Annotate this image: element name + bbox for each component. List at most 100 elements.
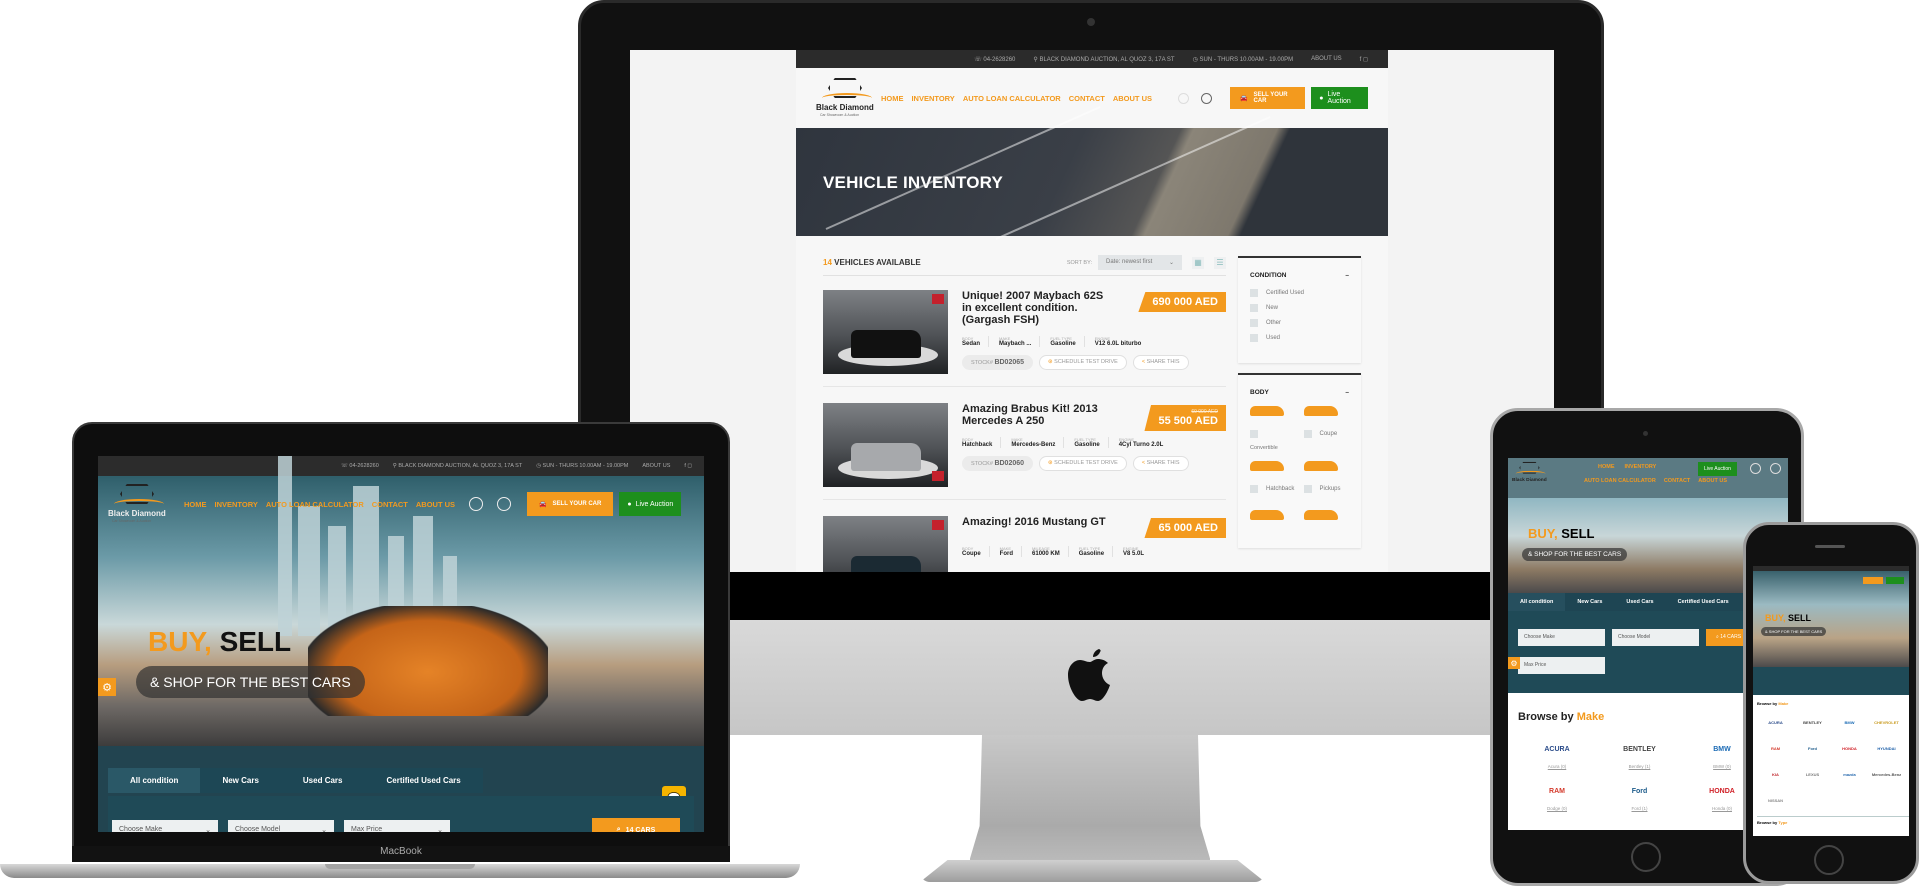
brand-count-link[interactable]: Ford (1) — [1605, 806, 1675, 811]
brand-item[interactable]: NISSAN — [1757, 790, 1794, 810]
make-select[interactable]: Choose Make — [1518, 629, 1605, 646]
live-auction-button[interactable]: Live Auction — [1698, 462, 1737, 476]
facebook-icon[interactable]: f — [1360, 57, 1362, 63]
nav-home[interactable]: HOME — [881, 94, 904, 103]
live-auction-button[interactable] — [1886, 577, 1904, 584]
model-select[interactable]: Choose Model ⌄ — [228, 820, 334, 832]
brand-item[interactable]: BENTLEY — [1794, 712, 1831, 732]
vehicle-title[interactable]: Amazing! 2016 Mustang GT — [962, 516, 1162, 528]
about-link[interactable]: ABOUT US — [642, 463, 670, 469]
settings-gear-icon[interactable]: ⚙ — [98, 678, 116, 696]
nav-about[interactable]: ABOUT US — [416, 500, 455, 509]
car-plus-icon[interactable] — [1750, 463, 1761, 474]
brand-item[interactable]: LEXUS — [1794, 764, 1831, 784]
sell-your-car-button[interactable] — [1863, 577, 1883, 584]
sell-your-car-button[interactable]: 🚘 SELL YOUR CAR — [527, 492, 614, 516]
brand-item[interactable]: HYUNDAI — [1868, 738, 1905, 758]
site-logo[interactable]: Black Diamond Car Showroom & Auction — [108, 481, 170, 527]
site-logo[interactable]: Black Diamond — [1512, 460, 1549, 488]
tab-all-condition[interactable]: All condition — [1508, 593, 1566, 611]
brand-item[interactable]: mazda — [1831, 764, 1868, 784]
tab-all-condition[interactable]: All condition — [108, 768, 201, 793]
brand-item[interactable]: ACURA Acura (0) — [1522, 737, 1592, 770]
brand-count-link[interactable]: Dodge (0) — [1522, 806, 1592, 811]
tab-certified-used[interactable]: Certified Used Cars — [1666, 593, 1741, 611]
tab-new-cars[interactable]: New Cars — [200, 768, 280, 793]
list-view-icon[interactable]: ☰ — [1214, 256, 1226, 269]
nav-inventory[interactable]: INVENTORY — [1625, 464, 1657, 470]
brand-item[interactable]: BMW — [1831, 712, 1868, 732]
body-type-option[interactable] — [1250, 510, 1296, 534]
instagram-icon[interactable]: ◻ — [1363, 57, 1368, 63]
vehicle-item[interactable]: Unique! 2007 Maybach 62S in excellent co… — [823, 290, 1226, 387]
instagram-icon[interactable]: ◻ — [687, 463, 692, 469]
speedometer-icon[interactable] — [1178, 92, 1190, 104]
share-button[interactable]: < SHARE THIS — [1132, 456, 1189, 471]
body-type-option[interactable] — [1303, 510, 1350, 534]
vehicle-photo[interactable] — [823, 290, 948, 374]
brand-item[interactable]: CHEVROLET — [1868, 712, 1905, 732]
nav-loan-calculator[interactable]: AUTO LOAN CALCULATOR — [963, 94, 1061, 103]
condition-title[interactable]: CONDITION – — [1250, 272, 1349, 279]
schedule-test-drive-button[interactable]: ⊛ SCHEDULE TEST DRIVE — [1039, 355, 1127, 370]
sort-select[interactable]: Date: newest first ⌄ — [1098, 255, 1182, 270]
brand-item[interactable]: Mercedes-Benz — [1868, 764, 1905, 784]
body-type-option[interactable]: Coupe — [1303, 406, 1350, 451]
vehicle-title[interactable]: Amazing Brabus Kit! 2013 Mercedes A 250 — [962, 403, 1112, 427]
nav-about[interactable]: ABOUT US — [1113, 94, 1152, 103]
brand-item[interactable]: HONDA — [1831, 738, 1868, 758]
nav-inventory[interactable]: INVENTORY — [215, 500, 258, 509]
make-select[interactable]: Choose Make ⌄ — [112, 820, 218, 832]
collapse-icon[interactable]: – — [1345, 272, 1349, 279]
live-auction-button[interactable]: ● Live Auction — [1311, 87, 1368, 109]
brand-item[interactable]: RAM Dodge (0) — [1522, 779, 1592, 812]
brand-item[interactable]: BENTLEY Bentley (1) — [1605, 737, 1675, 770]
tab-new-cars[interactable]: New Cars — [1565, 593, 1614, 611]
brand-count-link[interactable]: Bentley (1) — [1605, 764, 1675, 769]
nav-home[interactable]: HOME — [1598, 464, 1615, 470]
max-price-select[interactable]: Max Price — [1518, 657, 1605, 674]
brand-item[interactable]: Ford Ford (1) — [1605, 779, 1675, 812]
tab-used-cars[interactable]: Used Cars — [281, 768, 365, 793]
site-logo[interactable]: Black Diamond Car Showroom & Auction — [816, 75, 874, 121]
brand-item[interactable]: ACURA — [1757, 712, 1794, 732]
nav-contact[interactable]: CONTACT — [1069, 94, 1105, 103]
user-account-icon[interactable] — [497, 497, 512, 511]
body-type-option[interactable]: Pickups — [1303, 461, 1350, 500]
vehicle-title[interactable]: Unique! 2007 Maybach 62S in excellent co… — [962, 290, 1112, 326]
body-type-option[interactable]: Hatchback — [1250, 461, 1296, 500]
model-select[interactable]: Choose Model — [1612, 629, 1699, 646]
tab-certified-used[interactable]: Certified Used Cars — [364, 768, 482, 793]
settings-gear-icon[interactable]: ⚙ — [1508, 657, 1520, 669]
brand-item[interactable]: Ford — [1794, 738, 1831, 758]
max-price-select[interactable]: Max Price ⌄ — [344, 820, 450, 832]
nav-contact[interactable]: CONTACT — [372, 500, 408, 509]
vehicle-item[interactable]: Amazing! 2016 Mustang GT 65 000 AED BODY… — [823, 516, 1226, 572]
vehicle-photo[interactable] — [823, 516, 948, 572]
filter-checkbox[interactable]: New — [1250, 304, 1349, 312]
sell-your-car-button[interactable]: 🚘 SELL YOUR CAR — [1230, 87, 1306, 109]
tab-used-cars[interactable]: Used Cars — [1614, 593, 1665, 611]
nav-contact[interactable]: CONTACT — [1664, 478, 1690, 484]
nav-loan-calculator[interactable]: AUTO LOAN CALCULATOR — [1584, 478, 1656, 484]
filter-checkbox[interactable]: Certified Used — [1250, 289, 1349, 297]
brand-item[interactable]: RAM — [1757, 738, 1794, 758]
schedule-test-drive-button[interactable]: ⊛ SCHEDULE TEST DRIVE — [1039, 456, 1127, 471]
brand-count-link[interactable]: Acura (0) — [1522, 764, 1592, 769]
nav-about[interactable]: ABOUT US — [1698, 478, 1727, 484]
nav-inventory[interactable]: INVENTORY — [911, 94, 954, 103]
nav-loan-calculator[interactable]: AUTO LOAN CALCULATOR — [266, 500, 364, 509]
nav-home[interactable]: HOME — [184, 500, 207, 509]
search-cars-button[interactable]: ⌕ 14 CARS — [592, 818, 680, 832]
filter-checkbox[interactable]: Used — [1250, 334, 1349, 342]
filter-checkbox[interactable]: Other — [1250, 319, 1349, 327]
body-type-option[interactable]: Convertible — [1250, 406, 1296, 451]
grid-view-icon[interactable]: ▦ — [1192, 256, 1204, 269]
share-button[interactable]: < SHARE THIS — [1132, 355, 1189, 370]
facebook-icon[interactable]: f — [684, 463, 686, 469]
brand-item[interactable]: KIA — [1757, 764, 1794, 784]
collapse-icon[interactable]: – — [1345, 389, 1349, 396]
vehicle-photo[interactable] — [823, 403, 948, 487]
about-link[interactable]: ABOUT US — [1311, 56, 1342, 62]
live-auction-button[interactable]: ● Live Auction — [619, 492, 682, 516]
